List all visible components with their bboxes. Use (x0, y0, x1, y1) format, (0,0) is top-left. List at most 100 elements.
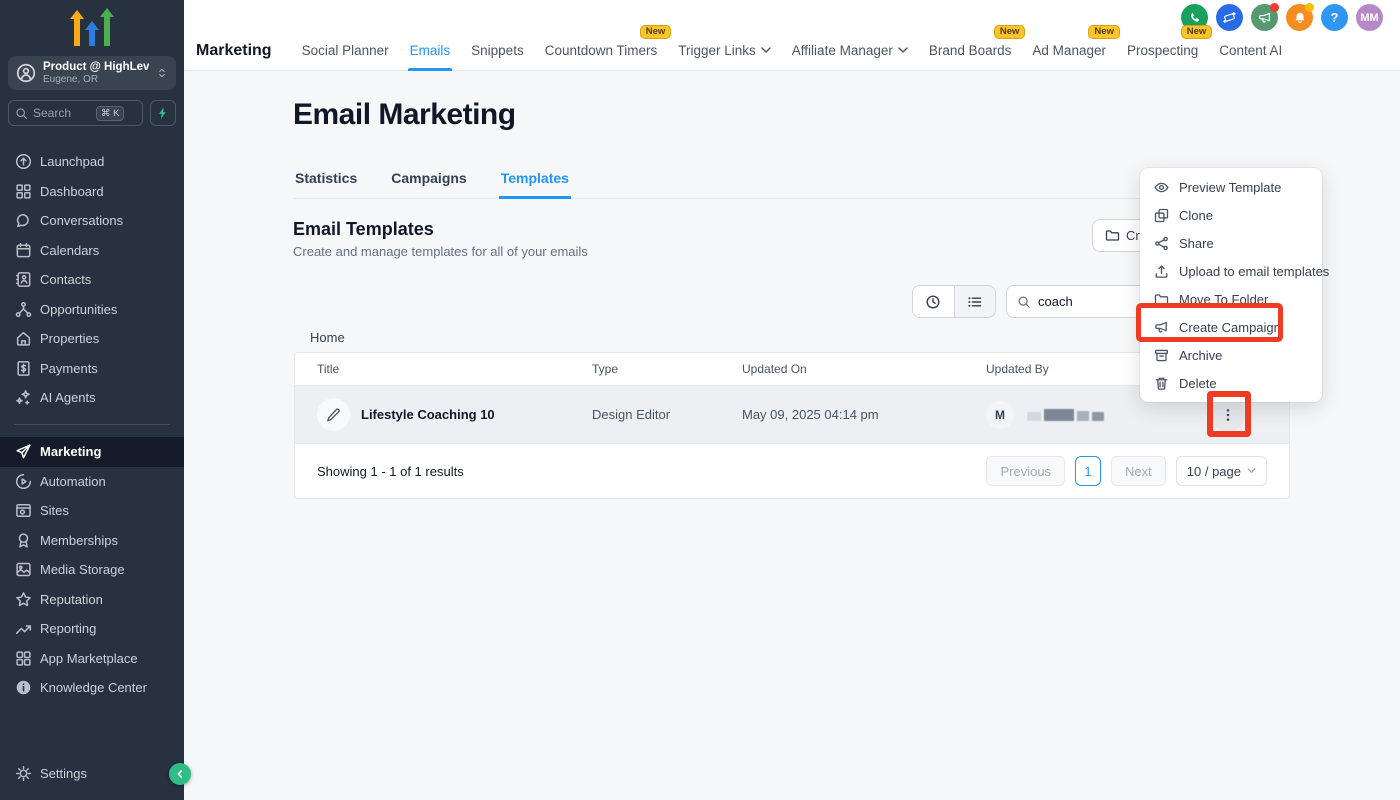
sidebar-item-automation[interactable]: Automation (0, 467, 184, 497)
chevron-left-icon (174, 768, 186, 780)
topnav-tab-content-ai[interactable]: Content AI (1219, 30, 1282, 71)
help-button[interactable]: ? (1321, 4, 1348, 31)
sidebar-search[interactable]: ⌘ K (8, 100, 143, 126)
house-icon (15, 330, 32, 347)
sidebar-item-conversations[interactable]: Conversations (0, 206, 184, 236)
topnav-tab-prospecting[interactable]: ProspectingNew (1127, 30, 1198, 71)
next-page-button[interactable]: Next (1111, 456, 1166, 486)
row-context-menu: Preview Template Clone Share Upload to e… (1140, 168, 1322, 402)
question-mark-icon: ? (1331, 10, 1339, 25)
topnav-tab-affiliate-manager[interactable]: Affiliate Manager (792, 30, 908, 71)
sidebar-item-sites[interactable]: Sites (0, 496, 184, 526)
new-badge: New (994, 25, 1026, 39)
user-avatar[interactable]: MM (1356, 4, 1383, 31)
topnav-tab-trigger-links[interactable]: Trigger Links (678, 30, 771, 71)
menu-item-preview-template[interactable]: Preview Template (1140, 173, 1322, 201)
template-title: Lifestyle Coaching 10 (361, 407, 495, 422)
page-title: Email Marketing (293, 98, 516, 132)
sidebar-item-settings[interactable]: Settings (0, 759, 184, 789)
sidebar-item-calendars[interactable]: Calendars (0, 236, 184, 266)
archive-icon (1154, 348, 1169, 363)
topnav-tab-ad-manager[interactable]: Ad ManagerNew (1032, 30, 1106, 71)
trash-icon (1154, 376, 1169, 391)
sidebar-item-payments[interactable]: Payments (0, 354, 184, 384)
tab-campaigns[interactable]: Campaigns (389, 165, 468, 198)
current-page-button[interactable]: 1 (1075, 456, 1101, 486)
topnav-tab-brand-boards[interactable]: Brand BoardsNew (929, 30, 1012, 71)
eye-icon (1154, 180, 1169, 195)
recent-view-toggle[interactable] (913, 286, 954, 317)
sidebar-item-marketing[interactable]: Marketing (0, 437, 184, 467)
new-badge: New (1088, 25, 1120, 39)
menu-item-upload-to-email-templates[interactable]: Upload to email templates (1140, 257, 1322, 285)
sidebar-item-memberships[interactable]: Memberships (0, 526, 184, 556)
template-updated-on: May 09, 2025 04:14 pm (742, 407, 986, 422)
medal-icon (15, 532, 32, 549)
star-icon (15, 591, 32, 608)
menu-item-move-to-folder[interactable]: Move To Folder (1140, 285, 1322, 313)
clock-icon (925, 294, 941, 310)
notification-badge-dot (1305, 3, 1314, 12)
sidebar-item-contacts[interactable]: Contacts (0, 265, 184, 295)
sidebar-item-properties[interactable]: Properties (0, 324, 184, 354)
contacts-icon (15, 271, 32, 288)
chevron-down-icon (898, 47, 908, 54)
sidebar-divider (14, 424, 170, 425)
folder-icon (1105, 228, 1120, 243)
page-size-select[interactable]: 10 / page (1176, 456, 1267, 486)
play-circle-icon (15, 473, 32, 490)
menu-item-archive[interactable]: Archive (1140, 341, 1322, 369)
sidebar-item-knowledge-center[interactable]: Knowledge Center (0, 673, 184, 703)
account-name: Product @ HighLevel (43, 61, 149, 74)
sidebar-item-reputation[interactable]: Reputation (0, 585, 184, 615)
menu-item-clone[interactable]: Clone (1140, 201, 1322, 229)
tab-statistics[interactable]: Statistics (293, 165, 359, 198)
search-shortcut: ⌘ K (96, 106, 124, 121)
column-updated-on: Updated On (742, 362, 986, 376)
whats-new-button[interactable] (1216, 4, 1243, 31)
announcement-badge-dot (1270, 3, 1279, 12)
menu-item-share[interactable]: Share (1140, 229, 1322, 257)
breadcrumb[interactable]: Home (310, 330, 345, 345)
launchpad-icon (15, 153, 32, 170)
sidebar-search-input[interactable] (33, 106, 91, 120)
new-badge: New (1181, 25, 1213, 39)
notifications-button[interactable] (1286, 4, 1313, 31)
sidebar-item-reporting[interactable]: Reporting (0, 614, 184, 644)
topnav-tab-snippets[interactable]: Snippets (471, 30, 524, 71)
topnav-title: Marketing (196, 42, 272, 60)
chevron-down-icon (1247, 468, 1256, 474)
megaphone-icon (1258, 11, 1272, 25)
topnav-tab-emails[interactable]: Emails (410, 30, 451, 71)
topbar: ? MM Marketing Social Planner Emails Sni… (184, 0, 1400, 71)
opportunities-icon (15, 301, 32, 318)
sidebar-item-dashboard[interactable]: Dashboard (0, 177, 184, 207)
topnav-tab-countdown-timers[interactable]: Countdown TimersNew (545, 30, 658, 71)
share-icon (1154, 236, 1169, 251)
tab-templates[interactable]: Templates (499, 165, 571, 198)
account-switcher[interactable]: Product @ HighLevel Eugene, OR (8, 56, 176, 90)
gear-icon (15, 765, 32, 782)
sidebar-item-media-storage[interactable]: Media Storage (0, 555, 184, 585)
sidebar-item-app-marketplace[interactable]: App Marketplace (0, 644, 184, 674)
sidebar-collapse-button[interactable] (169, 763, 191, 785)
announcements-button[interactable] (1251, 4, 1278, 31)
row-actions-button[interactable] (1211, 398, 1245, 432)
account-location: Eugene, OR (43, 74, 149, 86)
menu-item-delete[interactable]: Delete (1140, 369, 1322, 397)
previous-page-button[interactable]: Previous (986, 456, 1065, 486)
apps-grid-icon (15, 650, 32, 667)
sidebar-item-launchpad[interactable]: Launchpad (0, 147, 184, 177)
redacted-name (1027, 409, 1104, 421)
topnav-tab-social-planner[interactable]: Social Planner (302, 30, 389, 71)
menu-item-create-campaign[interactable]: Create Campaign (1140, 313, 1322, 341)
sidebar-item-ai-agents[interactable]: AI Agents (0, 383, 184, 413)
list-view-toggle[interactable] (954, 286, 995, 317)
calendar-icon (15, 242, 32, 259)
sidebar: Product @ HighLevel Eugene, OR ⌘ K Launc… (0, 0, 184, 800)
quick-actions-button[interactable] (150, 100, 176, 126)
highlevel-logo (68, 6, 116, 46)
bell-icon (1293, 11, 1307, 25)
sidebar-item-opportunities[interactable]: Opportunities (0, 295, 184, 325)
results-summary: Showing 1 - 1 of 1 results (317, 464, 464, 479)
